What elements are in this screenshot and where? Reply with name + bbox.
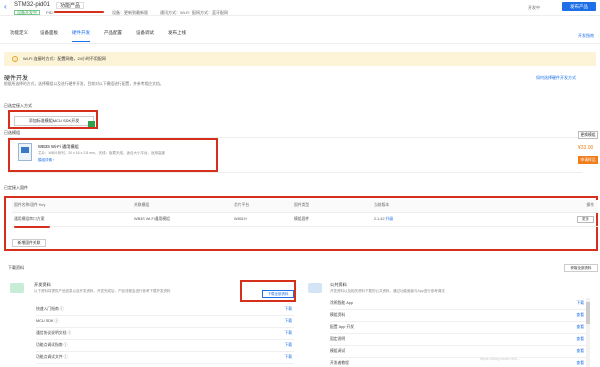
- cell-firmware-name: 通用模组串口方案: [12, 212, 132, 227]
- cell-chip: W801H: [232, 212, 292, 227]
- back-arrow-icon[interactable]: ‹: [4, 3, 12, 11]
- hardware-method-link[interactable]: 如何选择硬件开发方式: [536, 75, 576, 81]
- item-name: 通信协议说明文档 ⓘ: [36, 331, 72, 335]
- dev-materials-icon: [10, 283, 24, 293]
- col-action: 操作: [532, 200, 598, 213]
- firmware-table: 固件名称/固件 Key 关联模组 芯片平台 固件类型 当前版本 操作 通用模组串…: [12, 200, 598, 227]
- item-name: 模组资料: [330, 313, 346, 317]
- meta-network: 配网方式：蓝牙配网: [192, 10, 228, 15]
- view-link[interactable]: 查看: [576, 325, 584, 330]
- item-name: 功能点调试文件 ⓘ: [36, 355, 68, 359]
- selected-check-icon: [88, 121, 95, 127]
- table-row: 通用模组串口方案 WB3S Wi-Fi通用模组 W801H 模组固件 2.1.4…: [12, 212, 598, 227]
- cell-type: 模组固件: [292, 212, 372, 227]
- item-name: 功能点调试指南 ⓘ: [36, 343, 68, 347]
- download-all-button[interactable]: 获取全部资料: [564, 264, 598, 272]
- module-label: 已选模组: [4, 130, 20, 135]
- product-type-dropdown[interactable]: 功能产品: [56, 2, 85, 9]
- dev-panel-title: 开发资料: [34, 282, 51, 287]
- meta-firmware: 设备：更新到最新版: [112, 10, 148, 15]
- item-name: 固定说明: [330, 337, 346, 341]
- tab-bar: 功能定义 设备面板 硬件开发 产品配置 设备调试 发布上线 开发指南: [0, 22, 600, 44]
- watermark-text: https://blog.csdn.net/...: [480, 356, 521, 361]
- col-type: 固件类型: [292, 200, 372, 213]
- download-link[interactable]: 下载: [576, 301, 584, 306]
- list-item: 快速入门指南 ⓘ 下载: [36, 304, 294, 316]
- version-number: 2.1.42: [374, 216, 385, 221]
- list-item: 配置 App 开发 查看: [330, 322, 586, 334]
- list-item: 模组资料 查看: [330, 310, 586, 322]
- dev-mode-indicator[interactable]: 开发中: [528, 5, 540, 11]
- status-badge: 设备开发中: [14, 10, 40, 15]
- tab-product-config[interactable]: 产品配置: [104, 30, 122, 42]
- view-link[interactable]: 查看: [576, 313, 584, 318]
- banner-text: Wi-Fi 连接时方式：配置网络，24小时不用配网: [23, 56, 106, 61]
- download-link[interactable]: 下载: [284, 331, 292, 336]
- more-button[interactable]: 更多: [577, 215, 594, 223]
- item-name: 涂鸦智能 App: [330, 301, 353, 305]
- scrollbar[interactable]: [586, 298, 590, 367]
- list-item: MCU SDK ⓘ 下载: [36, 316, 294, 328]
- meta-protocol: 通讯方式：Wi-Fi: [160, 10, 190, 15]
- annotation-box-module: [8, 138, 218, 172]
- download-dev-materials-button[interactable]: 下载全部资料: [262, 290, 294, 298]
- info-icon: !: [12, 56, 18, 62]
- firmware-label: 已定接入固件: [4, 185, 28, 190]
- dev-panel-desc: 以下资料将提供产品信息以及开发资料，开发完成后，产品流程会进行参考下载开发资料: [34, 289, 171, 293]
- change-module-button[interactable]: 更换模组: [578, 131, 598, 139]
- cell-version: 2.1.42 升级: [372, 212, 532, 227]
- product-title: STM32-pid01: [14, 2, 51, 8]
- section-title: 硬件开发: [4, 76, 29, 82]
- cell-module: WB3S Wi-Fi通用模组: [132, 212, 232, 227]
- access-method-option[interactable]: 添加标准模组MCU SDK开发: [14, 116, 94, 126]
- tab-function-definition[interactable]: 功能定义: [10, 30, 28, 42]
- tab-release[interactable]: 发布上线: [168, 30, 186, 42]
- downloads-title: 下载资料: [8, 265, 24, 270]
- list-item: 固定说明 查看: [330, 334, 586, 346]
- add-firmware-button[interactable]: 新增固件关联: [12, 239, 46, 247]
- buy-sample-button[interactable]: 申请样品: [578, 156, 598, 164]
- item-name: 快速入门指南 ⓘ: [36, 307, 64, 311]
- item-name: 配置 App 开发: [330, 325, 355, 329]
- public-panel-title: 公共资料: [330, 282, 347, 287]
- tab-device-debug[interactable]: 设备调试: [136, 30, 154, 42]
- notice-banner: ! Wi-Fi 连接时方式：配置网络，24小时不用配网: [4, 52, 596, 66]
- scrollbar-thumb[interactable]: [586, 302, 590, 324]
- tab-hardware-development[interactable]: 硬件开发: [72, 30, 90, 42]
- item-name: 开发者教程: [330, 361, 349, 365]
- list-item: 模组调试 查看: [330, 346, 586, 358]
- view-link[interactable]: 查看: [576, 349, 584, 354]
- section-description: 根据所选择的方式，选择模组以及进行硬件开发，目前对以下模组进行配置，并参考相应文…: [4, 82, 164, 86]
- col-chip: 芯片平台: [232, 200, 292, 213]
- pid-label: PID:: [46, 10, 54, 15]
- download-link[interactable]: 下载: [284, 307, 292, 312]
- col-firmware-name: 固件名称/固件 Key: [12, 200, 132, 213]
- dev-guide-link[interactable]: 开发指南: [578, 33, 594, 39]
- download-link[interactable]: 下载: [284, 355, 292, 360]
- item-name: MCU SDK ⓘ: [36, 319, 59, 323]
- tab-device-panel[interactable]: 设备面板: [40, 30, 58, 42]
- access-method-label: 已选定接入方式: [4, 103, 32, 108]
- cell-action: 更多: [532, 212, 598, 227]
- underline-mark: [14, 226, 50, 228]
- col-version: 当前版本: [372, 200, 532, 213]
- upgrade-link[interactable]: 升级: [386, 217, 394, 221]
- list-item: 功能点调试文件 ⓘ 下载: [36, 352, 294, 364]
- download-link[interactable]: 下载: [284, 319, 292, 324]
- list-item: 涂鸦智能 App 下载: [330, 298, 586, 310]
- public-materials-icon: [308, 283, 322, 293]
- download-link[interactable]: 下载: [284, 343, 292, 348]
- redaction-mark: [54, 11, 104, 13]
- module-price: ¥33.00: [578, 145, 594, 151]
- item-name: 模组调试: [330, 349, 346, 353]
- view-link[interactable]: 查看: [576, 337, 584, 342]
- public-panel-desc: 开发资料以及相关资料下载的公共资料，通过功能面板与App进行参考调试: [330, 289, 445, 293]
- list-item: 通信协议说明文档 ⓘ 下载: [36, 328, 294, 340]
- list-item: 开发者教程 查看: [330, 358, 586, 367]
- view-link[interactable]: 查看: [576, 361, 584, 366]
- col-module: 关联模组: [132, 200, 232, 213]
- list-item: 功能点调试指南 ⓘ 下载: [36, 340, 294, 352]
- publish-button[interactable]: 发布产品: [562, 2, 596, 11]
- top-bar: ‹ STM32-pid01 功能产品 设备开发中 PID: 设备：更新到最新版 …: [0, 0, 600, 16]
